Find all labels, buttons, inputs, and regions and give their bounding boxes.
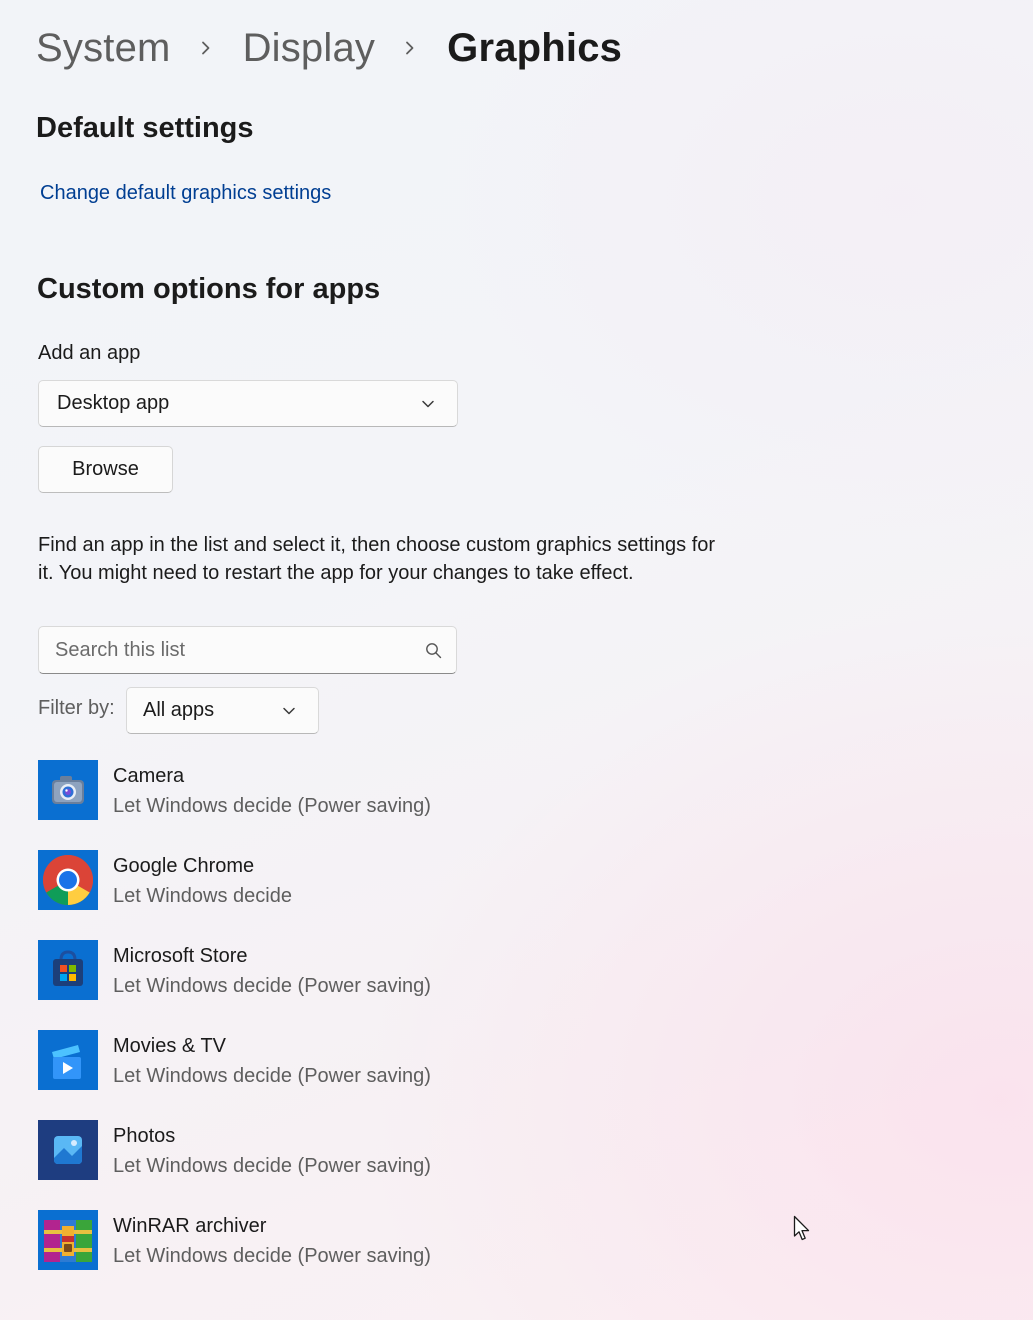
list-item[interactable]: Photos Let Windows decide (Power saving) [38, 1120, 678, 1182]
list-item[interactable]: WinRAR archiver Let Windows decide (Powe… [38, 1210, 678, 1272]
breadcrumb: System Display Graphics [36, 20, 622, 76]
search-icon[interactable] [425, 642, 442, 664]
mouse-cursor-icon [793, 1215, 810, 1241]
breadcrumb-display[interactable]: Display [243, 26, 376, 71]
breadcrumb-system[interactable]: System [36, 26, 171, 71]
app-status: Let Windows decide (Power saving) [113, 1245, 431, 1267]
filter-label: Filter by: [38, 697, 115, 719]
change-default-graphics-link[interactable]: Change default graphics settings [40, 182, 331, 205]
page-title: Graphics [447, 25, 623, 70]
default-settings-heading: Default settings [36, 112, 254, 144]
store-icon [38, 940, 98, 1000]
app-name: Microsoft Store [113, 945, 248, 967]
filter-dropdown[interactable]: All apps [126, 687, 319, 734]
list-item[interactable]: Camera Let Windows decide (Power saving) [38, 760, 678, 822]
movies-icon [38, 1030, 98, 1090]
search-box[interactable] [38, 626, 457, 674]
camera-icon [38, 760, 98, 820]
app-status: Let Windows decide (Power saving) [113, 795, 431, 817]
custom-options-heading: Custom options for apps [37, 273, 381, 305]
app-status: Let Windows decide [113, 885, 292, 907]
winrar-icon [38, 1210, 98, 1270]
chevron-right-icon [199, 41, 213, 55]
list-item[interactable]: Microsoft Store Let Windows decide (Powe… [38, 940, 678, 1002]
filter-value: All apps [143, 699, 215, 721]
app-name: Movies & TV [113, 1035, 226, 1057]
add-app-label: Add an app [38, 342, 141, 364]
photos-icon [38, 1120, 98, 1180]
search-input[interactable] [55, 638, 405, 662]
app-name: Camera [113, 765, 185, 787]
chevron-right-icon [403, 41, 417, 55]
app-name: Google Chrome [113, 855, 255, 877]
chevron-down-icon [421, 397, 435, 416]
app-name: Photos [113, 1125, 176, 1147]
browse-button[interactable]: Browse [38, 446, 173, 493]
app-type-value: Desktop app [57, 392, 170, 414]
app-status: Let Windows decide (Power saving) [113, 975, 431, 997]
instructions-text: Find an app in the list and select it, t… [38, 534, 716, 584]
chrome-icon [38, 850, 98, 910]
app-name: WinRAR archiver [113, 1215, 267, 1237]
chevron-down-icon [282, 704, 296, 723]
app-status: Let Windows decide (Power saving) [113, 1155, 431, 1177]
list-item[interactable]: Google Chrome Let Windows decide [38, 850, 678, 912]
app-type-dropdown[interactable]: Desktop app [38, 380, 458, 427]
app-status: Let Windows decide (Power saving) [113, 1065, 431, 1087]
list-item[interactable]: Movies & TV Let Windows decide (Power sa… [38, 1030, 678, 1092]
